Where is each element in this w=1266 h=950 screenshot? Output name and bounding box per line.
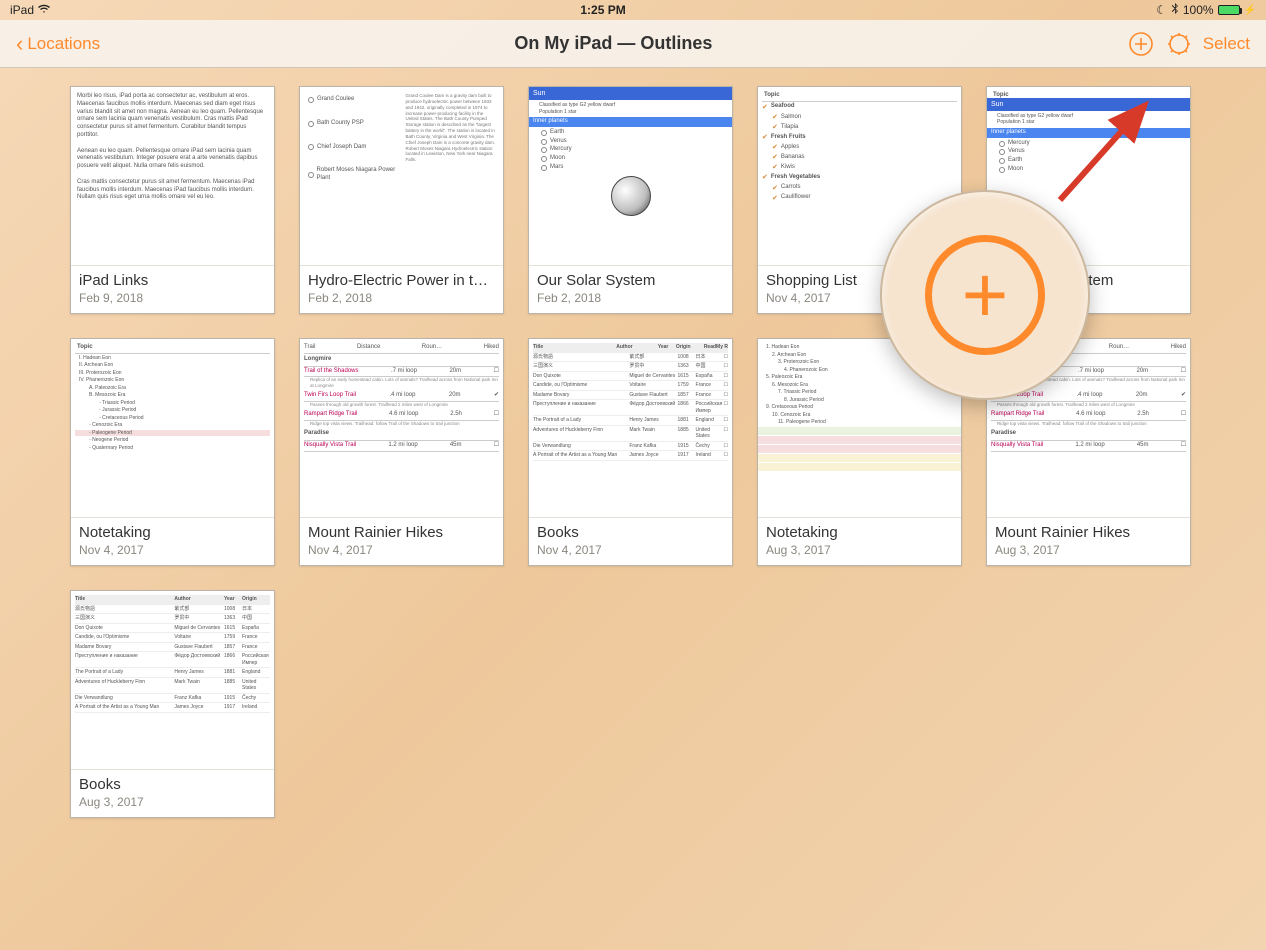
- card-preview: TrailDistanceRoun…HikedLongmire Trail of…: [300, 339, 503, 517]
- card-title: Mount Rainier Hikes: [995, 524, 1182, 541]
- card-title: Mount Rainier Hikes: [308, 524, 495, 541]
- clock: 1:25 PM: [50, 3, 1156, 17]
- bluetooth-icon: [1171, 3, 1179, 18]
- card-title: Our Solar System: [995, 272, 1182, 289]
- card-date: Nov 4, 2017: [537, 543, 724, 557]
- document-card[interactable]: TitleAuthorYearOriginReadMy R源氏物語紫式部1008…: [528, 338, 733, 566]
- document-card[interactable]: TitleAuthorYearOrigin源氏物語紫式部1008日本三国演义罗贯…: [70, 590, 275, 818]
- card-title: Notetaking: [79, 524, 266, 541]
- card-date: Aug 3, 2017: [79, 795, 266, 809]
- card-preview: Topic ✔ Seafood✔ Salmon✔ Tilapia✔ Fresh …: [758, 87, 961, 265]
- card-title: Hydro-Electric Power in t…: [308, 272, 495, 289]
- document-card[interactable]: 1. Hadean Eon2. Archean Eon3. Proterozoi…: [757, 338, 962, 566]
- device-label: iPad: [10, 3, 34, 17]
- moon-icon: [611, 176, 651, 216]
- battery-icon: [1218, 5, 1240, 15]
- card-title: Books: [537, 524, 724, 541]
- card-preview: TitleAuthorYearOrigin源氏物語紫式部1008日本三国演义罗贯…: [71, 591, 274, 769]
- chevron-left-icon: ‹: [16, 33, 23, 55]
- add-button[interactable]: [1127, 30, 1155, 58]
- wifi-icon: [38, 3, 50, 17]
- card-date: Aug 3, 2017: [766, 543, 953, 557]
- card-preview: TrailDistanceRoun…HikedLongmire Trail of…: [987, 339, 1190, 517]
- status-bar: iPad 1:25 PM ☾ 100% ⚡: [0, 0, 1266, 20]
- card-preview: Sun Classified as type G2 yellow dwarf P…: [529, 87, 732, 265]
- document-card[interactable]: Sun Classified as type G2 yellow dwarf P…: [528, 86, 733, 314]
- document-card[interactable]: TrailDistanceRoun…HikedLongmire Trail of…: [299, 338, 504, 566]
- settings-button[interactable]: [1165, 30, 1193, 58]
- card-preview: 1. Hadean Eon2. Archean Eon3. Proterozoi…: [758, 339, 961, 517]
- document-card[interactable]: Morbi leo risus, iPad porta ac consectet…: [70, 86, 275, 314]
- document-card[interactable]: TrailDistanceRoun…HikedLongmire Trail of…: [986, 338, 1191, 566]
- card-date: Nov 4, 2017: [995, 291, 1182, 305]
- back-button[interactable]: ‹ Locations: [16, 33, 100, 55]
- preview-text: Morbi leo risus, iPad porta ac consectet…: [77, 93, 268, 202]
- card-preview: TitleAuthorYearOriginReadMy R源氏物語紫式部1008…: [529, 339, 732, 517]
- documents-grid: Morbi leo risus, iPad porta ac consectet…: [0, 68, 1266, 836]
- page-title: On My iPad — Outlines: [100, 33, 1127, 54]
- document-card[interactable]: Topic I. Hadean EonII. Archean EonIII. P…: [70, 338, 275, 566]
- dnd-icon: ☾: [1156, 3, 1167, 17]
- card-title: Our Solar System: [537, 272, 724, 289]
- document-card[interactable]: Topic Sun Classified as type G2 yellow d…: [986, 86, 1191, 314]
- document-card[interactable]: Topic ✔ Seafood✔ Salmon✔ Tilapia✔ Fresh …: [757, 86, 962, 314]
- card-preview: Topic I. Hadean EonII. Archean EonIII. P…: [71, 339, 274, 517]
- card-date: Nov 4, 2017: [308, 543, 495, 557]
- card-date: Nov 4, 2017: [766, 291, 953, 305]
- card-preview: Morbi leo risus, iPad porta ac consectet…: [71, 87, 274, 265]
- card-date: Nov 4, 2017: [79, 543, 266, 557]
- card-date: Feb 2, 2018: [537, 291, 724, 305]
- card-preview: Topic Sun Classified as type G2 yellow d…: [987, 87, 1190, 265]
- select-button[interactable]: Select: [1203, 34, 1250, 54]
- card-title: Notetaking: [766, 524, 953, 541]
- card-preview: Grand Coulee Bath County PSP Chief Josep…: [300, 87, 503, 265]
- document-card[interactable]: Grand Coulee Bath County PSP Chief Josep…: [299, 86, 504, 314]
- card-date: Feb 2, 2018: [308, 291, 495, 305]
- nav-bar: ‹ Locations On My iPad — Outlines Select: [0, 20, 1266, 68]
- card-title: iPad Links: [79, 272, 266, 289]
- back-label: Locations: [27, 34, 100, 54]
- card-title: Shopping List: [766, 272, 953, 289]
- charging-icon: ⚡: [1244, 5, 1256, 16]
- card-title: Books: [79, 776, 266, 793]
- card-date: Feb 9, 2018: [79, 291, 266, 305]
- card-date: Aug 3, 2017: [995, 543, 1182, 557]
- battery-pct: 100%: [1183, 3, 1214, 17]
